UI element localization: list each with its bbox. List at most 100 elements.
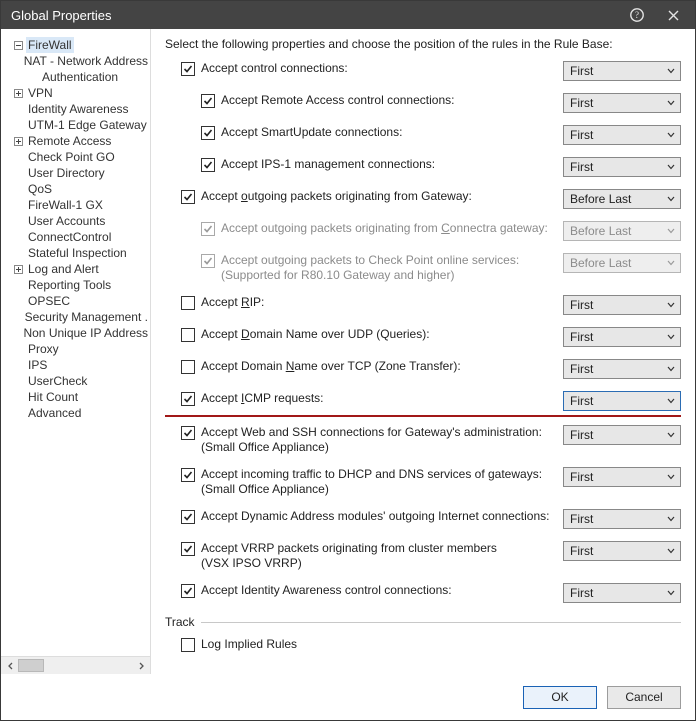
setting-row: Accept Remote Access control connections… [165,93,681,113]
dropdown-value: First [570,362,666,376]
setting-checkbox[interactable] [181,296,195,310]
tree-no-expander [13,200,24,211]
setting-checkbox[interactable] [181,542,195,556]
nav-item[interactable]: Security Management . [5,309,150,325]
setting-row: Accept ICMP requests:First [165,391,681,417]
setting-label: Accept Remote Access control connections… [221,93,563,108]
nav-item-label: Log and Alert [26,261,101,277]
tree-expand-icon[interactable] [13,264,24,275]
setting-checkbox[interactable] [181,62,195,76]
tree-collapse-icon[interactable] [13,40,24,51]
nav-item[interactable]: Check Point GO [5,149,150,165]
nav-item[interactable]: Reporting Tools [5,277,150,293]
position-dropdown[interactable]: First [563,425,681,445]
dropdown-value: Before Last [570,192,666,206]
position-dropdown[interactable]: First [563,93,681,113]
nav-item[interactable]: Hit Count [5,389,150,405]
nav-item-label: UTM-1 Edge Gateway [26,117,149,133]
position-dropdown[interactable]: First [563,125,681,145]
tree-expand-icon[interactable] [13,136,24,147]
tree-expand-icon[interactable] [13,88,24,99]
scroll-track[interactable] [18,659,133,672]
position-dropdown[interactable]: First [563,295,681,315]
nav-item-label: User Accounts [26,213,107,229]
sidebar-horizontal-scrollbar[interactable] [1,656,150,674]
nav-item-label: IPS [26,357,49,373]
position-dropdown[interactable]: First [563,157,681,177]
nav-item[interactable]: User Accounts [5,213,150,229]
nav-item-label: FireWall-1 GX [26,197,105,213]
setting-row: Accept incoming traffic to DHCP and DNS … [165,467,681,497]
chevron-down-icon [666,590,676,596]
scroll-thumb[interactable] [18,659,44,672]
nav-tree[interactable]: FireWallNAT - Network AddressAuthenticat… [1,37,150,656]
nav-item[interactable]: IPS [5,357,150,373]
nav-item[interactable]: Log and Alert [5,261,150,277]
tree-no-expander [10,312,21,323]
setting-label: Accept Domain Name over TCP (Zone Transf… [201,359,563,374]
nav-item[interactable]: ConnectControl [5,229,150,245]
position-dropdown[interactable]: First [563,327,681,347]
nav-item-label: FireWall [26,37,74,53]
nav-item[interactable]: UTM-1 Edge Gateway [5,117,150,133]
nav-item-label: Remote Access [26,133,113,149]
nav-item[interactable]: VPN [5,85,150,101]
scroll-left-arrow[interactable] [3,658,18,673]
nav-item[interactable]: Authentication [5,69,150,85]
chevron-down-icon [666,260,676,266]
setting-row: Accept Domain Name over UDP (Queries):Fi… [165,327,681,347]
position-dropdown[interactable]: First [563,359,681,379]
nav-item[interactable]: Remote Access [5,133,150,149]
position-dropdown[interactable]: First [563,541,681,561]
setting-checkbox[interactable] [181,360,195,374]
scroll-right-arrow[interactable] [133,658,148,673]
setting-checkbox[interactable] [181,328,195,342]
setting-row: Accept outgoing packets originating from… [165,189,681,209]
nav-item[interactable]: NAT - Network Address [5,53,150,69]
cancel-button[interactable]: Cancel [607,686,681,709]
nav-item[interactable]: User Directory [5,165,150,181]
position-dropdown[interactable]: First [563,467,681,487]
nav-item[interactable]: OPSEC [5,293,150,309]
position-dropdown[interactable]: First [563,61,681,81]
position-dropdown[interactable]: Before Last [563,189,681,209]
nav-item[interactable]: Advanced [5,405,150,421]
position-dropdown[interactable]: First [563,583,681,603]
position-dropdown[interactable]: First [563,391,681,411]
setting-checkbox[interactable] [201,126,215,140]
setting-checkbox[interactable] [201,94,215,108]
nav-item[interactable]: FireWall-1 GX [5,197,150,213]
setting-label: Accept Domain Name over UDP (Queries): [201,327,563,342]
nav-item[interactable]: UserCheck [5,373,150,389]
nav-item[interactable]: Non Unique IP Address [5,325,150,341]
setting-row: Accept Identity Awareness control connec… [165,583,681,603]
nav-item[interactable]: Stateful Inspection [5,245,150,261]
nav-item[interactable]: Identity Awareness [5,101,150,117]
setting-checkbox[interactable] [201,158,215,172]
chevron-down-icon [666,366,676,372]
dropdown-value: First [570,64,666,78]
setting-row: Accept SmartUpdate connections:First [165,125,681,145]
close-button[interactable] [655,3,691,27]
help-button[interactable]: ? [619,3,655,27]
dropdown-value: First [570,544,666,558]
setting-checkbox[interactable] [181,510,195,524]
log-implied-checkbox[interactable] [181,638,195,652]
tree-no-expander [9,56,20,67]
nav-item[interactable]: FireWall [5,37,150,53]
setting-checkbox[interactable] [181,190,195,204]
chevron-down-icon [666,334,676,340]
nav-item[interactable]: QoS [5,181,150,197]
setting-label: Accept IPS-1 management connections: [221,157,563,172]
ok-button[interactable]: OK [523,686,597,709]
position-dropdown[interactable]: First [563,509,681,529]
setting-row: Accept Domain Name over TCP (Zone Transf… [165,359,681,379]
setting-checkbox[interactable] [181,584,195,598]
setting-label: Accept outgoing packets originating from… [221,221,563,236]
setting-checkbox[interactable] [181,468,195,482]
nav-item[interactable]: Proxy [5,341,150,357]
chevron-down-icon [666,548,676,554]
setting-checkbox[interactable] [181,426,195,440]
setting-checkbox[interactable] [181,392,195,406]
chevron-down-icon [666,228,676,234]
